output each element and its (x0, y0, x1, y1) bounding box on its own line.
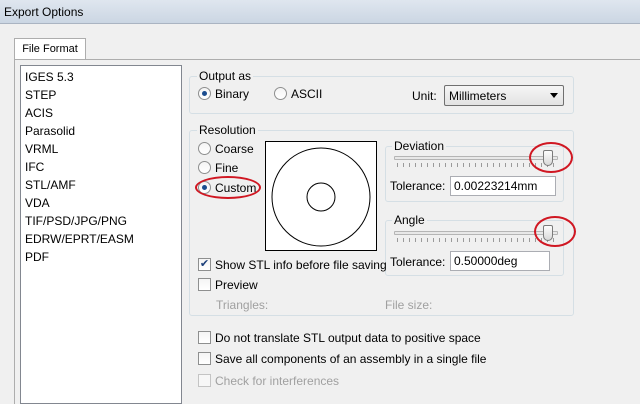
save-all-checkbox[interactable] (198, 352, 211, 365)
format-item-stl-amf[interactable]: STL/AMF (25, 176, 76, 194)
angle-group-label: Angle (392, 213, 427, 227)
custom-annotation-circle (195, 176, 261, 199)
deviation-tolerance-input[interactable]: 0.00223214mm (450, 176, 556, 196)
coarse-label[interactable]: Coarse (215, 142, 254, 156)
window-title: Export Options (4, 5, 84, 19)
tab-file-format[interactable]: File Format (14, 38, 86, 60)
ascii-radio[interactable] (274, 87, 287, 100)
deviation-annotation-circle (529, 142, 573, 173)
preview-label[interactable]: Preview (215, 278, 258, 292)
title-bar: Export Options (0, 0, 640, 24)
deviation-group-label: Deviation (392, 139, 447, 153)
resolution-group-label: Resolution (197, 123, 258, 137)
format-item-image[interactable]: TIF/PSD/JPG/PNG (25, 212, 127, 230)
binary-radio[interactable] (198, 87, 211, 100)
fine-label[interactable]: Fine (215, 161, 238, 175)
no-translate-label[interactable]: Do not translate STL output data to posi… (215, 331, 481, 345)
angle-slider-ticks (397, 238, 557, 242)
unit-label: Unit: (412, 89, 437, 103)
deviation-tolerance-label: Tolerance: (390, 179, 446, 193)
check-interferences-checkbox[interactable] (198, 374, 211, 387)
output-group-label: Output as (197, 69, 254, 83)
show-stl-info-checkbox[interactable]: ✔ (198, 258, 211, 271)
file-size-label: File size: (385, 298, 433, 312)
check-interferences-label: Check for interferences (215, 374, 340, 388)
fine-radio[interactable] (198, 161, 211, 174)
unit-select-value: Millimeters (449, 89, 507, 103)
format-item-step[interactable]: STEP (25, 86, 56, 104)
angle-tolerance-label: Tolerance: (390, 255, 446, 269)
format-list[interactable]: IGES 5.3 STEP ACIS Parasolid VRML IFC ST… (20, 65, 182, 404)
chevron-down-icon (550, 93, 558, 98)
ascii-label[interactable]: ASCII (291, 87, 322, 101)
unit-select[interactable]: Millimeters (444, 85, 564, 106)
no-translate-checkbox[interactable] (198, 331, 211, 344)
show-stl-info-label[interactable]: Show STL info before file saving (215, 258, 387, 272)
angle-annotation-circle (534, 216, 576, 247)
format-item-vda[interactable]: VDA (25, 194, 50, 212)
angle-tolerance-input[interactable]: 0.50000deg (450, 251, 550, 271)
format-item-iges[interactable]: IGES 5.3 (25, 68, 74, 86)
format-item-vrml[interactable]: VRML (25, 140, 58, 158)
format-item-pdf[interactable]: PDF (25, 248, 49, 266)
preview-checkbox[interactable] (198, 278, 211, 291)
format-item-ifc[interactable]: IFC (25, 158, 44, 176)
binary-label[interactable]: Binary (215, 87, 249, 101)
save-all-label[interactable]: Save all components of an assembly in a … (215, 352, 486, 366)
resolution-preview (265, 141, 377, 251)
format-item-parasolid[interactable]: Parasolid (25, 122, 75, 140)
coarse-radio[interactable] (198, 142, 211, 155)
triangles-label: Triangles: (216, 298, 269, 312)
resolution-preview-drawing (271, 147, 371, 247)
format-item-edrw[interactable]: EDRW/EPRT/EASM (25, 230, 134, 248)
checkmark-icon: ✔ (199, 258, 210, 270)
format-item-acis[interactable]: ACIS (25, 104, 53, 122)
